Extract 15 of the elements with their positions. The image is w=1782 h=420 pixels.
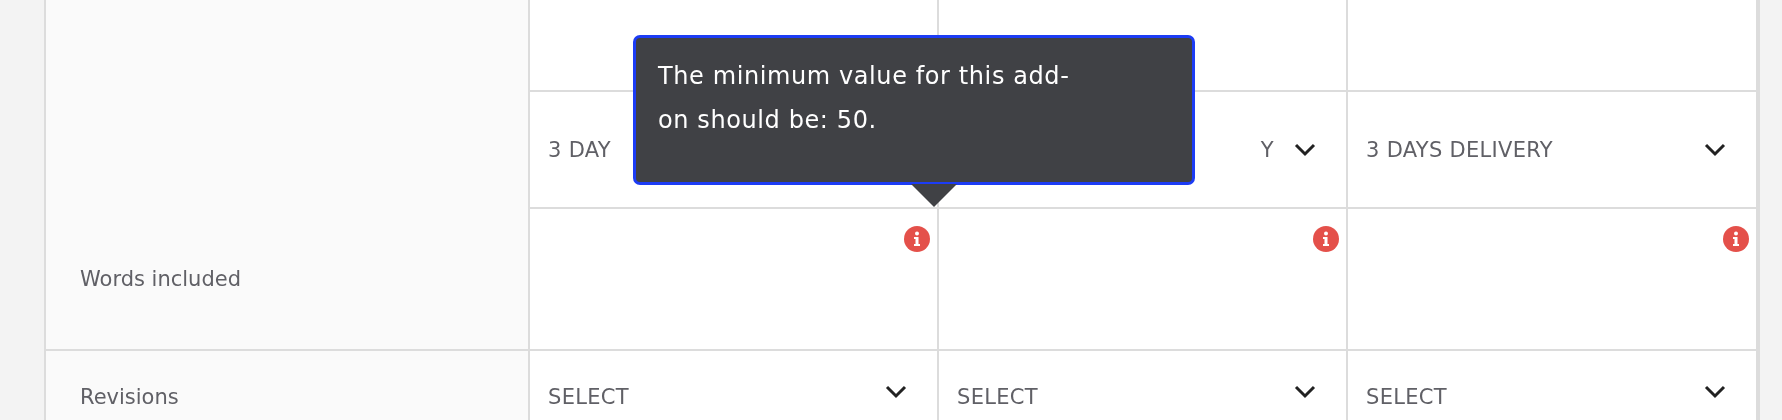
chevron-down-icon: [1294, 385, 1316, 399]
words-input-field[interactable]: [939, 209, 1348, 351]
revisions-dropdown[interactable]: SELECT: [1348, 351, 1756, 420]
words-input-field[interactable]: [530, 209, 939, 351]
row-label: Words included: [80, 267, 241, 291]
delivery-dropdown[interactable]: Y: [939, 92, 1346, 207]
revisions-dropdown[interactable]: SELECT: [939, 351, 1346, 420]
row-label: Revisions: [80, 385, 179, 409]
words-input-field[interactable]: [1348, 209, 1758, 351]
revisions-dropdown[interactable]: SELECT: [530, 351, 937, 420]
chevron-down-icon: [885, 385, 907, 399]
delivery-dropdown[interactable]: 3 DAYS DELIVERY: [1348, 92, 1756, 207]
chevron-down-icon: [1704, 142, 1726, 157]
chevron-down-icon: [1294, 142, 1316, 157]
chevron-down-icon: [1704, 385, 1726, 399]
